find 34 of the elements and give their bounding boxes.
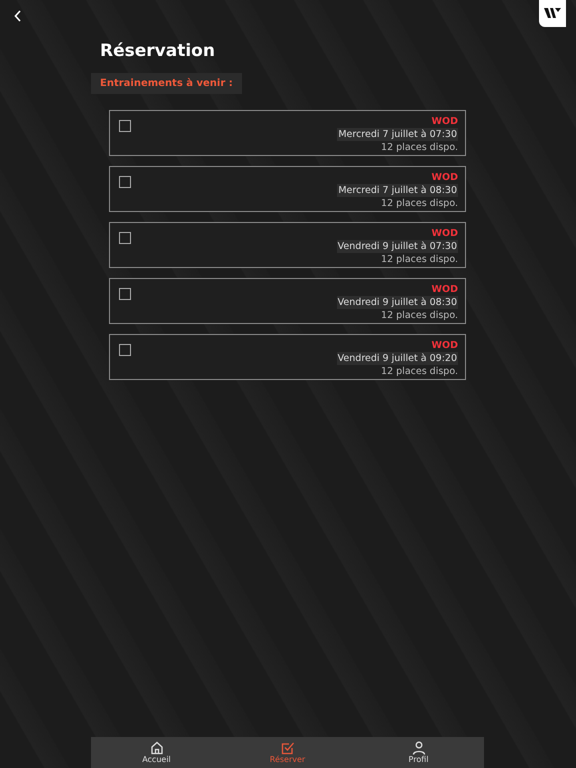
session-date: Mercredi 7 juillet à 08:30 [337,184,458,197]
page-title: Réservation [100,41,216,61]
checkbox[interactable] [119,288,131,300]
session-date: Vendredi 9 juillet à 08:30 [336,296,458,309]
session-type: WOD [432,115,458,128]
section-label: Entrainements à venir : [91,73,242,94]
session-card[interactable]: WOD Vendredi 9 juillet à 09:20 12 places dispo. [109,334,466,380]
session-card[interactable]: WOD Vendredi 9 juillet à 08:30 12 places dispo. [109,278,466,324]
session-card[interactable]: WOD Vendredi 9 juillet à 07:30 12 places dispo. [109,222,466,268]
checkbox[interactable] [119,232,131,244]
session-type: WOD [432,283,458,296]
session-type: WOD [432,171,458,184]
logo-icon [539,0,566,27]
user-icon [412,741,426,755]
session-date: Vendredi 9 juillet à 07:30 [336,240,458,253]
places-count: 12 places dispo. [381,309,458,322]
session-card[interactable]: WOD Mercredi 7 juillet à 08:30 12 places dispo. [109,166,466,212]
nav-tab[interactable]: Profil [378,741,458,764]
checked-box-icon [280,741,294,755]
back-icon[interactable] [14,10,22,22]
home-icon [150,741,164,755]
session-date: Vendredi 9 juillet à 09:20 [336,352,458,365]
session-date: Mercredi 7 juillet à 07:30 [337,128,458,141]
session-type: WOD [432,339,458,352]
places-count: 12 places dispo. [381,253,458,266]
nav-tab[interactable]: Accueil [116,741,196,764]
checkbox[interactable] [119,176,131,188]
session-type: WOD [432,227,458,240]
places-count: 12 places dispo. [381,141,458,154]
checkbox[interactable] [119,120,131,132]
places-count: 12 places dispo. [381,197,458,210]
session-card[interactable]: WOD Mercredi 7 juillet à 07:30 12 places dispo. [109,110,466,156]
checkbox[interactable] [119,344,131,356]
places-count: 12 places dispo. [381,365,458,378]
